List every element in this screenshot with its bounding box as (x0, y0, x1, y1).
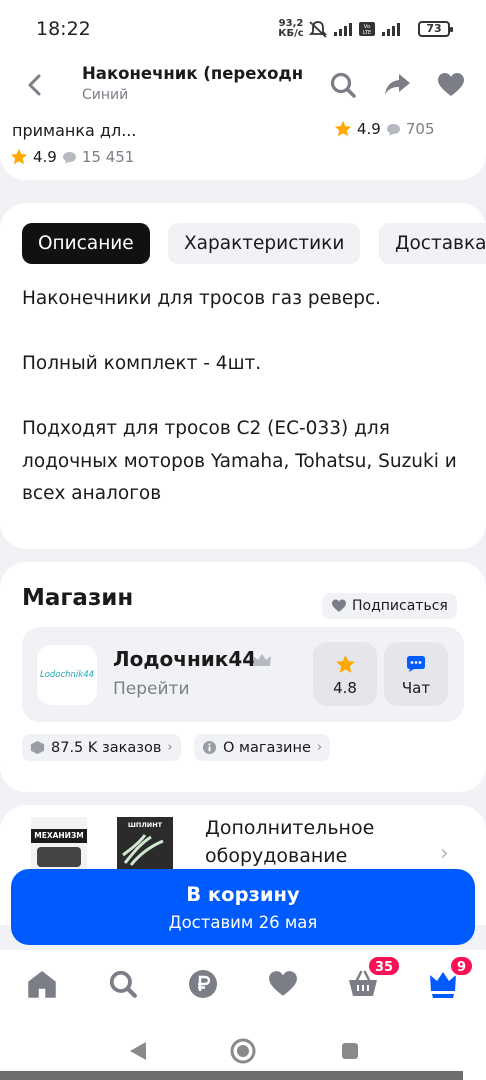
product-thumbnail[interactable]: ШПЛИНТ (117, 817, 173, 869)
nav-cart[interactable]: 35 (341, 955, 402, 1002)
favorite-button[interactable] (434, 68, 468, 102)
thumbnail-image (37, 847, 81, 867)
chevron-right-icon: › (440, 841, 449, 866)
star-icon (334, 120, 352, 137)
comment-icon (62, 151, 76, 163)
similar-item-rating: 4.9 15 451 (10, 148, 134, 166)
heart-icon (438, 73, 464, 96)
system-home-button[interactable] (228, 1036, 258, 1066)
reviews-count: 15 451 (81, 148, 135, 166)
product-variant: Синий (82, 87, 129, 103)
chevron-left-icon (28, 74, 41, 96)
volte-icon: VoLTE (359, 22, 375, 36)
net-speed: 93,2 КБ/с (278, 18, 304, 39)
ruble-icon (189, 970, 217, 998)
product-title: Наконечник (переходн (82, 64, 302, 83)
shop-about-chip[interactable]: О магазине › (194, 734, 331, 761)
add-to-cart-button[interactable]: В корзину Доставим 26 мая (11, 869, 475, 945)
thumbnail-image (122, 834, 164, 866)
subscribe-button[interactable]: Подписаться (322, 593, 457, 619)
search-button[interactable] (326, 68, 360, 102)
shop-about-label: О магазине (223, 739, 311, 756)
rating-value: 4.9 (33, 148, 57, 166)
search-icon (330, 72, 356, 98)
shop-rating-card[interactable]: 4.8 (313, 642, 377, 706)
nav-finance[interactable] (181, 966, 225, 1002)
info-icon (202, 740, 217, 755)
shop-section-title: Магазин (22, 585, 134, 611)
bottom-navigation: 35 9 (0, 950, 486, 1020)
similar-items-card: приманка дл... 4.9 15 451 4.9 705 (0, 118, 486, 180)
additional-equipment-label: Дополнительное оборудование (205, 817, 375, 867)
system-recents-button[interactable] (335, 1036, 365, 1066)
chevron-right-icon: › (316, 740, 323, 755)
crown-icon (253, 654, 271, 666)
square-recents-icon (342, 1043, 358, 1059)
tab-description[interactable]: Описание (22, 223, 150, 264)
shop-rating-value: 4.8 (333, 679, 357, 697)
mute-icon (308, 21, 328, 38)
shop-card: Магазин Подписаться Lodochnik44 Лодочник… (0, 562, 486, 792)
shop-chat-button[interactable]: Чат (384, 642, 448, 706)
back-button[interactable] (18, 68, 52, 102)
star-icon (10, 148, 28, 165)
svg-text:LTE: LTE (363, 30, 371, 36)
system-back-button[interactable] (123, 1036, 153, 1066)
shop-info-box[interactable]: Lodochnik44 Лодочник44 Перейти 4.8 Чат (22, 627, 464, 722)
thumbnail-caption: МЕХАНИЗМ (31, 829, 87, 843)
status-time: 18:22 (36, 18, 91, 40)
shop-orders-chip[interactable]: 87.5 K заказов › (22, 734, 181, 761)
share-button[interactable] (380, 68, 414, 102)
signal-icon (334, 22, 352, 36)
top-app-bar: Наконечник (переходн Синий (0, 58, 486, 118)
shop-orders-label: 87.5 K заказов (51, 739, 162, 756)
gesture-bar (0, 1071, 463, 1080)
search-icon (109, 970, 137, 998)
description-card: Описание Характеристики Доставка Наконеч… (0, 203, 486, 549)
delivery-date: Доставим 26 мая (168, 913, 318, 932)
similar-item-name[interactable]: приманка дл... (12, 121, 136, 140)
nav-home[interactable] (20, 966, 64, 1002)
status-icons: Vo LTE (308, 20, 400, 38)
tab-characteristics[interactable]: Характеристики (168, 223, 361, 264)
profile-badge: 9 (449, 955, 475, 977)
heart-icon (269, 971, 297, 996)
product-thumbnail[interactable]: МЕХАНИЗМ (31, 817, 87, 869)
shop-go-link[interactable]: Перейти (113, 679, 190, 699)
shop-name: Лодочник44 (113, 647, 257, 671)
home-icon (28, 971, 56, 998)
description-text: Наконечники для тросов газ реверс. Полны… (22, 288, 457, 504)
thumbnail-caption: ШПЛИНТ (127, 821, 163, 829)
heart-icon (332, 599, 346, 612)
cart-badge: 35 (367, 955, 402, 977)
circle-home-icon (230, 1038, 256, 1064)
shop-logo: Lodochnik44 (37, 645, 97, 705)
box-icon (30, 740, 45, 755)
star-icon (336, 655, 355, 673)
triangle-back-icon (130, 1042, 146, 1060)
battery-icon: 73 (418, 21, 453, 37)
signal-4g-icon (382, 22, 400, 36)
share-icon (385, 74, 410, 95)
nav-profile[interactable]: 9 (421, 955, 475, 1002)
tab-delivery[interactable]: Доставка (379, 223, 486, 264)
comment-icon (386, 123, 400, 135)
similar-item-rating-2: 4.9 705 (334, 120, 435, 138)
rating-value: 4.9 (357, 120, 381, 138)
status-bar: 18:22 93,2 КБ/с Vo LTE 73 (0, 0, 486, 58)
nav-favorites[interactable] (261, 966, 305, 1002)
chevron-right-icon: › (167, 740, 173, 755)
reviews-count: 705 (405, 120, 435, 138)
nav-catalog[interactable] (101, 966, 145, 1002)
chat-icon (407, 656, 425, 672)
shop-chat-label: Чат (401, 679, 431, 697)
add-to-cart-label: В корзину (186, 883, 300, 906)
subscribe-label: Подписаться (352, 598, 448, 614)
